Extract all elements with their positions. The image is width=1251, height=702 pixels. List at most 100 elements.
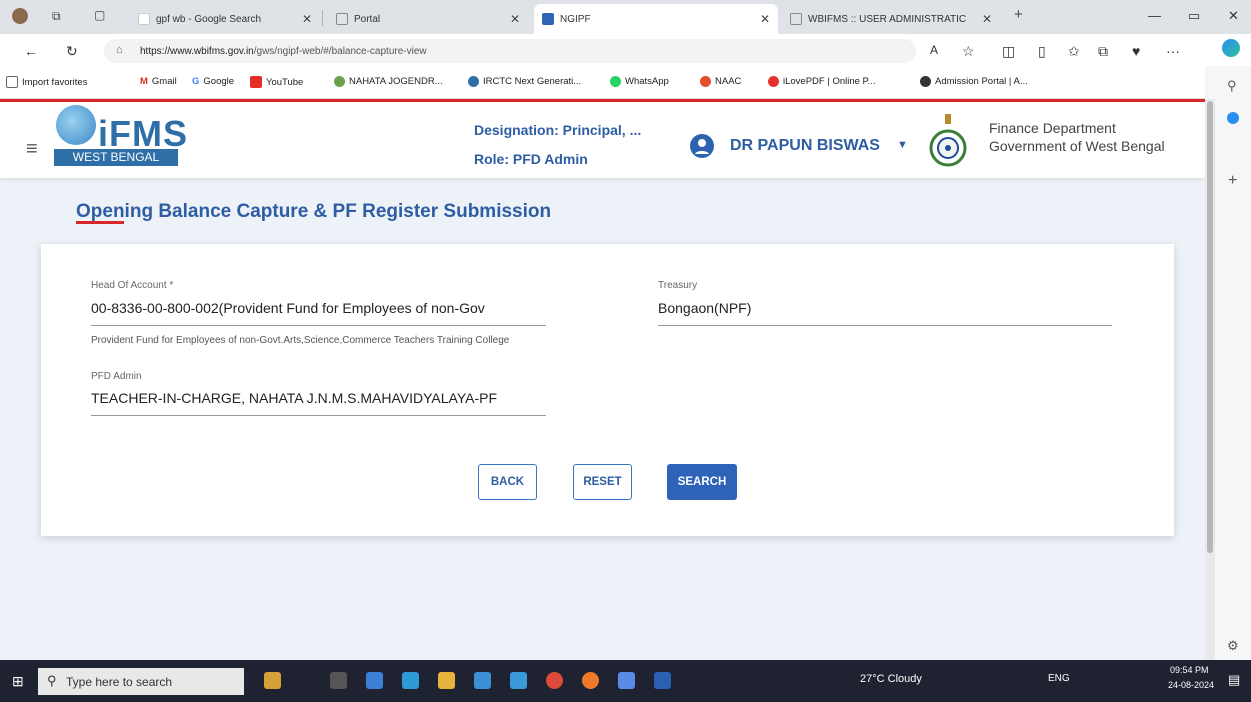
address-bar[interactable]: ⌂ https://www.wbifms.gov.in/gws/ngipf-we… [104, 39, 916, 63]
bookmark-nahata[interactable]: NAHATA JOGENDR... [334, 76, 443, 87]
add-sidebar-app-icon[interactable]: + [1228, 172, 1237, 190]
copilot-sidebar-icon[interactable] [1227, 112, 1239, 124]
search-button[interactable]: SEARCH [667, 464, 737, 500]
notifications-icon[interactable]: ▤ [1228, 672, 1240, 688]
reset-button[interactable]: RESET [573, 464, 632, 500]
hamburger-menu-icon[interactable]: ≡ [26, 138, 38, 161]
minimize-icon[interactable]: — [1148, 8, 1161, 23]
head-of-account-label: Head Of Account * [91, 280, 174, 291]
user-name-dropdown[interactable]: DR PAPUN BISWAS [730, 137, 880, 155]
tab-portal[interactable]: Portal ✕ [328, 4, 528, 34]
user-account-icon[interactable] [690, 134, 714, 158]
read-aloud-icon[interactable]: A [930, 43, 938, 57]
head-of-account-hint: Provident Fund for Employees of non-Govt… [91, 335, 510, 346]
close-tab-icon[interactable]: ✕ [510, 12, 520, 26]
taskbar-app-icon[interactable] [264, 672, 281, 689]
taskbar-search-box[interactable]: ⚲ Type here to search [38, 668, 244, 695]
tab-title: Portal [354, 13, 381, 25]
close-tab-icon[interactable]: ✕ [302, 12, 312, 26]
app-header: ≡ iFMS WEST BENGAL Designation: Principa… [0, 102, 1205, 178]
refresh-icon[interactable]: ↻ [66, 43, 78, 60]
profile-avatar[interactable] [12, 8, 28, 24]
edge-browser-icon[interactable] [402, 672, 419, 689]
search-placeholder: Type here to search [66, 674, 173, 689]
bookmark-youtube[interactable]: YouTube [250, 76, 303, 88]
restore-icon[interactable]: ▭ [1188, 8, 1200, 24]
new-tab-icon[interactable]: + [1014, 6, 1023, 23]
tab-google-search[interactable]: gpf wb - Google Search ✕ [130, 4, 320, 34]
collections-icon[interactable]: ⧉ [1098, 43, 1108, 60]
store-icon[interactable] [474, 672, 491, 689]
globe-logo-icon [56, 105, 96, 145]
role-text: Role: PFD Admin [474, 151, 588, 167]
chrome-icon[interactable] [546, 672, 563, 689]
close-tab-icon[interactable]: ✕ [982, 12, 992, 26]
irctc-icon [468, 76, 479, 87]
logo-subtext: WEST BENGAL [54, 149, 178, 166]
bookmarks-bar: Import favorites M Gmail G Google YouTube … [0, 66, 1251, 99]
copilot-icon[interactable] [1222, 39, 1240, 57]
tab-actions-icon[interactable]: ▢ [94, 8, 105, 22]
back-button[interactable]: BACK [478, 464, 537, 500]
clock-date[interactable]: 24-08-2024 [1168, 680, 1214, 690]
page-favicon-icon [790, 13, 802, 25]
bookmark-import-favorites[interactable]: Import favorites [6, 76, 87, 88]
more-menu-icon[interactable]: ··· [1166, 43, 1180, 59]
bookmark-gmail[interactable]: M Gmail [140, 76, 177, 87]
search-icon: ⚲ [47, 673, 57, 688]
language-indicator[interactable]: ENG [1048, 673, 1070, 684]
naac-icon [700, 76, 711, 87]
task-view-icon[interactable] [330, 672, 347, 689]
chevron-down-icon[interactable]: ▼ [897, 139, 908, 151]
close-tab-icon[interactable]: ✕ [760, 12, 770, 26]
back-arrow-icon[interactable]: ← [24, 43, 38, 59]
tab-ngipf[interactable]: NGIPF ✕ [534, 4, 778, 34]
field-underline [658, 325, 1112, 326]
ngipf-favicon-icon [542, 13, 554, 25]
admission-icon [920, 76, 931, 87]
page-favicon-icon [336, 13, 348, 25]
extensions-icon[interactable]: ◫ [1002, 43, 1015, 60]
windows-taskbar: ⊞ ⚲ Type here to search 27°C Cloudy ENG … [0, 660, 1251, 702]
split-screen-icon[interactable]: ▯ [1038, 43, 1046, 60]
treasury-label: Treasury [658, 280, 698, 291]
pfd-admin-select[interactable]: TEACHER-IN-CHARGE, NAHATA J.N.M.S.MAHAVI… [91, 390, 546, 406]
head-of-account-select[interactable]: 00-8336-00-800-002(Provident Fund for Em… [91, 300, 546, 316]
favorite-star-icon[interactable]: ☆ [962, 43, 975, 60]
bookmark-ilovepdf[interactable]: iLovePDF | Online P... [768, 76, 876, 87]
favorites-icon[interactable]: ✩ [1068, 43, 1080, 60]
folder-icon [6, 76, 18, 88]
pfd-admin-label: PFD Admin [91, 371, 142, 382]
college-icon [334, 76, 345, 87]
search-icon[interactable]: ⚲ [1227, 78, 1237, 94]
mail-icon[interactable] [510, 672, 527, 689]
copilot-taskbar-icon[interactable] [366, 672, 383, 689]
firefox-icon[interactable] [582, 672, 599, 689]
bookmark-google[interactable]: G Google [192, 76, 234, 87]
whatsapp-icon [610, 76, 621, 87]
file-explorer-icon[interactable] [438, 672, 455, 689]
tab-title: gpf wb - Google Search [156, 13, 262, 25]
treasury-select[interactable]: Bongaon(NPF) [658, 300, 1112, 316]
west-bengal-emblem-icon [928, 114, 968, 170]
settings-gear-icon[interactable]: ⚙ [1227, 638, 1239, 654]
bookmark-irctc[interactable]: IRCTC Next Generati... [468, 76, 581, 87]
browser-essentials-icon[interactable]: ♥ [1132, 43, 1140, 59]
weather-widget[interactable]: 27°C Cloudy [860, 673, 922, 685]
app-icon[interactable] [618, 672, 635, 689]
bookmark-admission-portal[interactable]: Admission Portal | A... [920, 76, 1028, 87]
tab-wbifms-user-admin[interactable]: WBIFMS :: USER ADMINISTRATIC ✕ [782, 4, 1000, 34]
url-host: https://www.wbifms.gov.in [140, 45, 254, 57]
browser-tab-strip: ⧉ ▢ gpf wb - Google Search ✕ Portal ✕ NG… [0, 0, 1251, 34]
close-window-icon[interactable]: ✕ [1228, 8, 1239, 24]
windows-start-icon[interactable]: ⊞ [12, 673, 24, 690]
word-icon[interactable] [654, 672, 671, 689]
url-path: /gws/ngipf-web/#/balance-capture-view [253, 45, 427, 57]
field-underline [91, 325, 546, 326]
bookmark-naac[interactable]: NAAC [700, 76, 741, 87]
bookmark-whatsapp[interactable]: WhatsApp [610, 76, 669, 87]
field-underline [91, 415, 546, 416]
scrollbar-thumb[interactable] [1207, 101, 1213, 553]
clock-time[interactable]: 09:54 PM [1170, 665, 1209, 675]
workspaces-icon[interactable]: ⧉ [52, 9, 61, 24]
